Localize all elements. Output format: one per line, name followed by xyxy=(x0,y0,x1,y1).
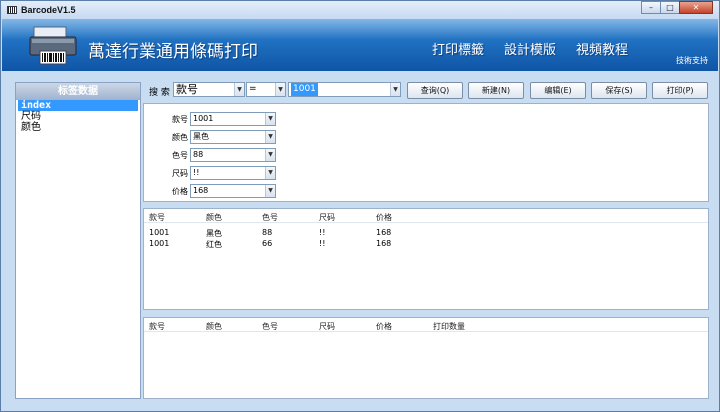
nav-video-tutorial[interactable]: 視頻教程 xyxy=(576,39,628,58)
table-cell: 1001 xyxy=(149,228,170,237)
search-value-input[interactable]: 1001 ▼ xyxy=(288,82,401,97)
chevron-down-icon[interactable]: ▼ xyxy=(275,83,285,96)
table-cell: !! xyxy=(319,228,326,237)
table-header: 款号 颜色 色号 尺码 价格 打印数量 xyxy=(144,318,708,332)
header-banner: 萬達行業通用條碼打印 打印標籤 設計模版 視頻教程 技術支持 xyxy=(2,19,718,71)
table-cell: 66 xyxy=(262,239,273,248)
sidebar-item-color[interactable]: 颜色 xyxy=(18,122,138,133)
window-title: BarcodeV1.5 xyxy=(21,5,76,15)
main-area: 搜 索 款号 ▼ = ▼ 1001 ▼ 查询(Q) 新建(N) 编辑(E) 保存… xyxy=(143,77,709,403)
form-row-size: 尺码 !! ▼ xyxy=(166,166,276,180)
color-field[interactable]: 黑色 ▼ xyxy=(190,130,276,144)
table-cell: 1001 xyxy=(149,239,170,248)
chevron-down-icon[interactable]: ▼ xyxy=(265,131,275,143)
table-row[interactable]: 1001 黑色 88 !! 168 xyxy=(144,227,708,238)
column-header[interactable]: 价格 xyxy=(376,212,392,223)
chevron-down-icon[interactable]: ▼ xyxy=(234,83,244,96)
column-header[interactable]: 颜色 xyxy=(206,212,222,223)
app-window: BarcodeV1.5 – □ ✕ 萬達行業通用條碼打印 打印標籤 設計模版 視… xyxy=(0,0,720,412)
size-field[interactable]: !! ▼ xyxy=(190,166,276,180)
table-cell: 168 xyxy=(376,239,392,248)
sidebar-item-index[interactable]: index xyxy=(18,100,138,111)
title-bar[interactable]: BarcodeV1.5 – □ ✕ xyxy=(1,1,719,19)
table-cell: 红色 xyxy=(206,240,222,249)
nav-print-labels[interactable]: 打印標籤 xyxy=(432,39,484,58)
chevron-down-icon[interactable]: ▼ xyxy=(390,83,400,96)
print-button[interactable]: 打印(P) xyxy=(652,82,708,99)
tech-support-link[interactable]: 技術支持 xyxy=(676,55,708,66)
edit-button[interactable]: 编辑(E) xyxy=(530,82,586,99)
chevron-down-icon[interactable]: ▼ xyxy=(265,167,275,179)
form-row-price: 价格 168 ▼ xyxy=(166,184,276,198)
table-cell: !! xyxy=(319,239,326,248)
field-label: 价格 xyxy=(172,187,188,196)
printer-icon xyxy=(29,26,77,65)
app-banner-title: 萬達行業通用條碼打印 xyxy=(88,42,258,62)
save-button[interactable]: 保存(S) xyxy=(591,82,647,99)
field-label: 色号 xyxy=(172,151,188,160)
column-header[interactable]: 颜色 xyxy=(206,321,222,332)
close-button[interactable]: ✕ xyxy=(679,1,713,14)
maximize-button[interactable]: □ xyxy=(660,1,680,14)
minimize-button[interactable]: – xyxy=(641,1,661,14)
column-header[interactable]: 款号 xyxy=(149,321,165,332)
print-queue-table[interactable]: 款号 颜色 色号 尺码 价格 打印数量 xyxy=(143,317,709,399)
field-value: !! xyxy=(193,168,200,177)
new-button[interactable]: 新建(N) xyxy=(468,82,524,99)
form-row-color: 颜色 黑色 ▼ xyxy=(166,130,276,144)
table-cell: 88 xyxy=(262,228,273,237)
sidebar-item-size[interactable]: 尺码 xyxy=(18,111,138,122)
form-row-color-no: 色号 88 ▼ xyxy=(166,148,276,162)
record-form: 款号 1001 ▼ 颜色 黑色 ▼ 色号 88 ▼ 尺码 !! ▼ 价格 168… xyxy=(143,103,709,202)
field-value: 88 xyxy=(193,150,204,159)
table-cell: 168 xyxy=(376,228,392,237)
search-label: 搜 索 xyxy=(149,88,170,98)
column-header[interactable]: 尺码 xyxy=(319,212,335,223)
column-header[interactable]: 色号 xyxy=(262,321,278,332)
form-row-style-no: 款号 1001 ▼ xyxy=(166,112,276,126)
style-no-field[interactable]: 1001 ▼ xyxy=(190,112,276,126)
label-data-panel: 标签数据 index 尺码 颜色 xyxy=(15,82,141,399)
field-label: 款号 xyxy=(172,115,188,124)
field-value: 1001 xyxy=(193,114,214,123)
search-operator-value: = xyxy=(249,84,257,94)
field-label: 尺码 xyxy=(172,169,188,178)
column-header[interactable]: 色号 xyxy=(262,212,278,223)
nav-design-template[interactable]: 設計模版 xyxy=(504,39,556,58)
search-field-select[interactable]: 款号 ▼ xyxy=(173,82,245,97)
color-no-field[interactable]: 88 ▼ xyxy=(190,148,276,162)
search-toolbar: 搜 索 款号 ▼ = ▼ 1001 ▼ 查询(Q) 新建(N) 编辑(E) 保存… xyxy=(143,77,709,103)
records-table[interactable]: 款号 颜色 色号 尺码 价格 1001 黑色 88 !! 168 1001 红色… xyxy=(143,208,709,310)
barcode-icon xyxy=(7,6,17,14)
column-header[interactable]: 尺码 xyxy=(319,321,335,332)
search-value-text: 1001 xyxy=(291,83,318,96)
panel-header: 标签数据 xyxy=(16,83,140,100)
column-header[interactable]: 打印数量 xyxy=(433,321,465,332)
field-value: 黑色 xyxy=(193,132,209,141)
chevron-down-icon[interactable]: ▼ xyxy=(265,185,275,197)
table-header: 款号 颜色 色号 尺码 价格 xyxy=(144,209,708,223)
table-row[interactable]: 1001 红色 66 !! 168 xyxy=(144,238,708,249)
column-header[interactable]: 价格 xyxy=(376,321,392,332)
field-label: 颜色 xyxy=(172,133,188,142)
chevron-down-icon[interactable]: ▼ xyxy=(265,149,275,161)
field-value: 168 xyxy=(193,186,209,195)
column-header[interactable]: 款号 xyxy=(149,212,165,223)
search-field-value: 款号 xyxy=(176,83,198,96)
query-button[interactable]: 查询(Q) xyxy=(407,82,463,99)
search-operator-select[interactable]: = ▼ xyxy=(246,82,286,97)
chevron-down-icon[interactable]: ▼ xyxy=(265,113,275,125)
price-field[interactable]: 168 ▼ xyxy=(190,184,276,198)
